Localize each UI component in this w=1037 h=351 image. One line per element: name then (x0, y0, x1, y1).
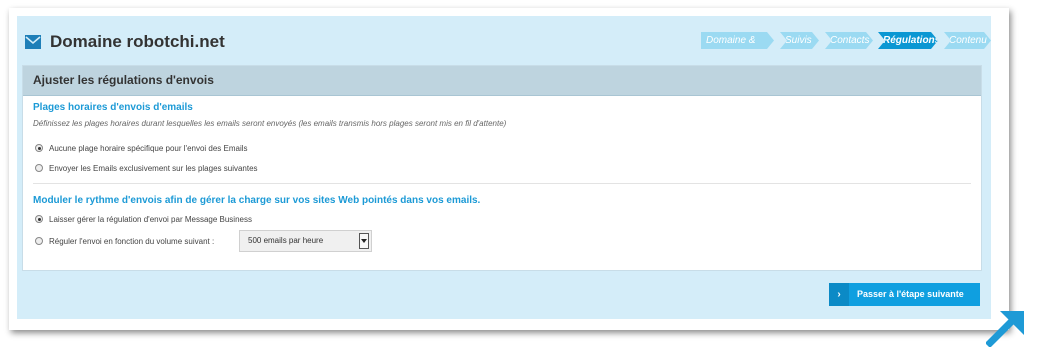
volume-select-value: 500 emails par heure (248, 236, 324, 245)
chevron-down-icon (361, 239, 367, 243)
expand-arrow-icon[interactable] (986, 309, 1026, 347)
step-domaine-dns[interactable]: Domaine & DNS (701, 32, 774, 49)
option-label: Réguler l'envoi en fonction du volume su… (49, 236, 215, 246)
step-contenu[interactable]: Contenu (944, 32, 991, 49)
radio-button[interactable] (35, 144, 43, 152)
next-step-label: Passer à l'étape suivante (857, 289, 964, 299)
main-panel: Domaine robotchi.net Domaine & DNS Suivi… (17, 16, 991, 319)
next-step-button[interactable]: › Passer à l'étape suivante (829, 283, 980, 306)
option-volume-regulation[interactable]: Réguler l'envoi en fonction du volume su… (35, 235, 214, 247)
radio-button[interactable] (35, 237, 43, 245)
radio-button[interactable] (35, 164, 43, 172)
envelope-icon (25, 35, 41, 49)
step-regulations[interactable]: Régulations (878, 32, 938, 49)
step-contacts[interactable]: Contacts (825, 32, 873, 49)
step-label: Régulations (883, 35, 941, 46)
dropdown-button[interactable] (359, 233, 369, 249)
card-title: Ajuster les régulations d'envois (23, 66, 981, 96)
step-label: Contacts (830, 35, 870, 46)
option-label: Aucune plage horaire spécifique pour l'e… (49, 143, 248, 153)
step-label: Domaine & DNS (706, 35, 756, 63)
step-label: Suivis (785, 35, 812, 46)
section-time-slots-title: Plages horaires d'envois d'emails (33, 102, 193, 113)
volume-select[interactable]: 500 emails par heure (239, 230, 372, 252)
option-label: Envoyer les Emails exclusivement sur les… (49, 163, 258, 173)
option-auto-regulation[interactable]: Laisser gérer la régulation d'envoi par … (35, 213, 252, 225)
regulation-card: Ajuster les régulations d'envois Plages … (22, 65, 982, 271)
step-label: Contenu (949, 35, 987, 46)
step-suivis[interactable]: Suivis (780, 32, 819, 49)
section-divider (33, 183, 971, 184)
page-title: Domaine robotchi.net (50, 32, 225, 51)
chevron-right-icon: › (829, 283, 849, 306)
option-specific-time-slots[interactable]: Envoyer les Emails exclusivement sur les… (35, 162, 258, 174)
option-label: Laisser gérer la régulation d'envoi par … (49, 214, 252, 224)
section-time-slots-description: Définissez les plages horaires durant le… (33, 119, 507, 128)
wizard-stepper: Domaine & DNS Suivis Contacts Régulation… (701, 32, 991, 49)
option-no-time-slot[interactable]: Aucune plage horaire spécifique pour l'e… (35, 142, 248, 154)
window-frame: Domaine robotchi.net Domaine & DNS Suivi… (9, 8, 1009, 330)
section-rate-title: Moduler le rythme d'envois afin de gérer… (33, 195, 481, 206)
radio-button[interactable] (35, 215, 43, 223)
